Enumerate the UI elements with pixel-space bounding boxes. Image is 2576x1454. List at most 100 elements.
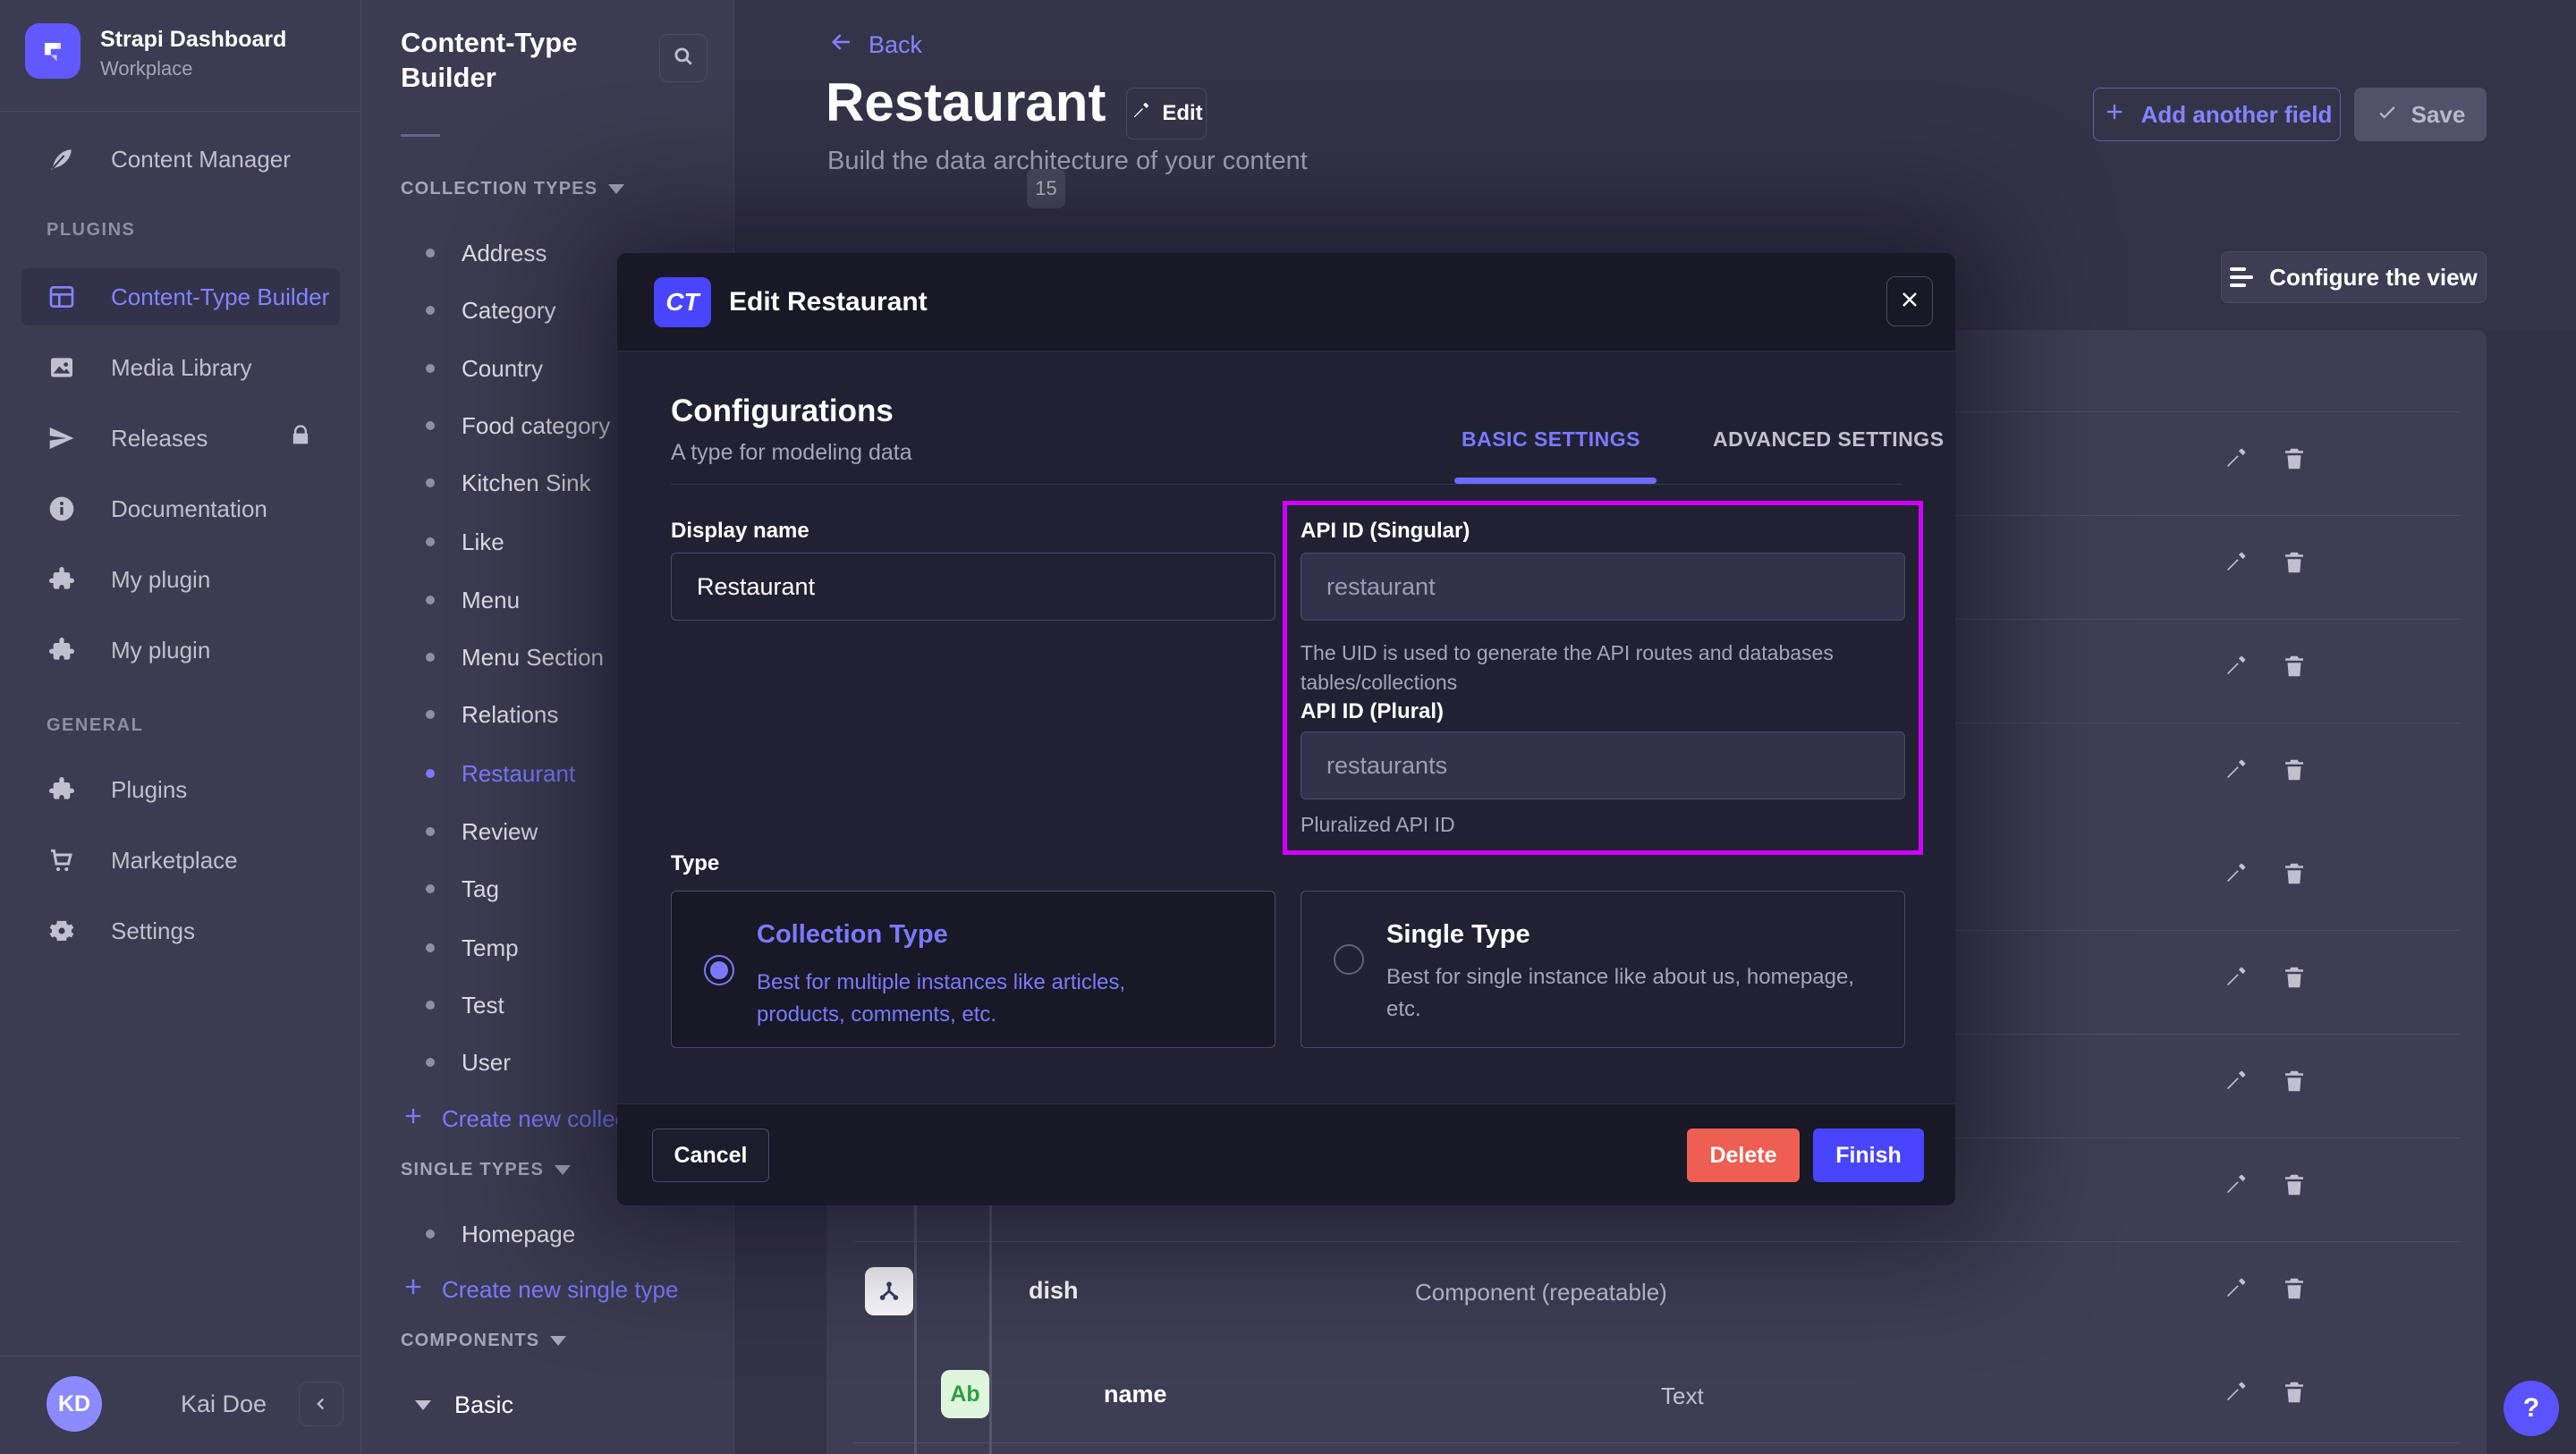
field-name: dish: [1029, 1277, 1079, 1305]
row-divider: [853, 1241, 2460, 1242]
create-single-label: Create new single type: [442, 1276, 678, 1304]
main-sidebar: Strapi Dashboard Workplace Content Manag…: [0, 0, 361, 1454]
paper-plane-icon: [47, 423, 77, 453]
modal-footer: Cancel Delete Finish: [617, 1103, 1955, 1205]
display-name-input[interactable]: [671, 553, 1275, 621]
back-link[interactable]: Back: [827, 29, 922, 62]
add-field-label: Add another field: [2141, 101, 2333, 129]
feather-icon: [47, 144, 77, 174]
add-another-field-button[interactable]: Add another field: [2093, 88, 2341, 141]
arrow-left-icon: [827, 29, 854, 62]
sidebar-item-marketplace[interactable]: Marketplace: [21, 832, 340, 889]
sidebar-item-settings[interactable]: Settings: [21, 902, 340, 959]
plus-icon: [401, 1103, 426, 1135]
save-button[interactable]: Save: [2354, 88, 2487, 141]
api-id-singular-input[interactable]: [1301, 553, 1905, 621]
workspace-label: Workplace: [100, 57, 193, 80]
plus-icon: [2102, 99, 2127, 131]
edit-button[interactable]: Edit: [1126, 88, 1207, 139]
radio-selected-icon[interactable]: [704, 955, 734, 985]
sidebar-item-content-manager[interactable]: Content Manager: [21, 131, 340, 188]
collection-item-label: Test: [462, 992, 504, 1019]
sidebar-item-content-type-builder[interactable]: Content-Type Builder: [21, 268, 340, 325]
panel-title: Content-Type Builder: [401, 25, 606, 95]
collection-item-label: Temp: [462, 934, 519, 962]
trash-icon[interactable]: [2281, 1379, 2308, 1415]
sidebar-item-label: My plugin: [111, 566, 210, 594]
sidebar-item-releases[interactable]: Releases: [21, 410, 340, 467]
delete-button[interactable]: Delete: [1687, 1129, 1800, 1182]
sidebar-item-my-plugin-1[interactable]: My plugin: [21, 551, 340, 608]
component-group-basic[interactable]: Basic: [401, 1376, 705, 1433]
single-types-header[interactable]: SINGLE TYPES: [401, 1160, 571, 1180]
sidebar-item-documentation[interactable]: Documentation: [21, 480, 340, 537]
create-single-type-link[interactable]: Create new single type: [401, 1263, 678, 1316]
sidebar-item-label: Marketplace: [111, 847, 238, 875]
sidebar-item-my-plugin-2[interactable]: My plugin: [21, 621, 340, 679]
edit-icon[interactable]: [2222, 1275, 2249, 1311]
avatar[interactable]: KD: [47, 1376, 102, 1432]
trash-icon[interactable]: [2281, 757, 2308, 792]
finish-button[interactable]: Finish: [1813, 1129, 1924, 1182]
sidebar-item-label: Content Manager: [111, 146, 291, 173]
tab-advanced-settings[interactable]: ADVANCED SETTINGS: [1713, 427, 1945, 452]
trash-icon[interactable]: [2281, 445, 2308, 481]
check-icon: [2376, 100, 2399, 130]
strapi-logo[interactable]: [25, 23, 80, 79]
component-icon: [865, 1267, 913, 1315]
trash-icon[interactable]: [2281, 1171, 2308, 1207]
trash-icon[interactable]: [2281, 1068, 2308, 1103]
info-icon: [47, 494, 77, 524]
single-item-homepage[interactable]: Homepage: [401, 1205, 734, 1263]
collection-item-label: Address: [462, 240, 547, 267]
sidebar-item-media-library[interactable]: Media Library: [21, 339, 340, 396]
title-rule: [401, 134, 440, 137]
cancel-button[interactable]: Cancel: [652, 1129, 769, 1182]
single-type-desc: Best for single instance like about us, …: [1386, 961, 1887, 1026]
collection-type-card[interactable]: Collection Type Best for multiple instan…: [671, 891, 1275, 1048]
collection-item-label: Relations: [462, 701, 558, 729]
collection-types-header[interactable]: COLLECTION TYPES: [401, 179, 624, 199]
edit-icon[interactable]: [2222, 757, 2249, 792]
bullet-icon: [426, 884, 435, 893]
bullet-icon: [426, 943, 435, 952]
field-name: name: [1104, 1381, 1167, 1408]
edit-icon[interactable]: [2222, 964, 2249, 1000]
edit-icon[interactable]: [2222, 1171, 2249, 1207]
collection-types-label: COLLECTION TYPES: [401, 179, 597, 199]
bullet-icon: [426, 1058, 435, 1067]
collapse-sidebar-button[interactable]: [299, 1382, 343, 1426]
collection-item-label: Menu: [462, 587, 520, 614]
trash-icon[interactable]: [2281, 860, 2308, 896]
row-divider: [853, 1442, 2460, 1443]
api-id-plural-input[interactable]: [1301, 731, 1905, 799]
close-button[interactable]: [1886, 276, 1933, 326]
trash-icon[interactable]: [2281, 653, 2308, 689]
app-title: Strapi Dashboard: [100, 27, 286, 53]
edit-icon[interactable]: [2222, 860, 2249, 896]
trash-icon[interactable]: [2281, 1275, 2308, 1311]
search-button[interactable]: [659, 34, 708, 82]
chevron-down-icon: [555, 1165, 571, 1175]
collection-item-label: Restaurant: [462, 760, 575, 788]
configure-view-button[interactable]: Configure the view: [2221, 251, 2487, 303]
edit-icon[interactable]: [2222, 653, 2249, 689]
collection-item-label: User: [462, 1049, 511, 1077]
edit-icon[interactable]: [2222, 445, 2249, 481]
back-label: Back: [869, 31, 922, 59]
collection-item-label: Kitchen Sink: [462, 469, 591, 497]
edit-icon[interactable]: [2222, 1068, 2249, 1103]
sidebar-item-label: Documentation: [111, 495, 267, 523]
radio-unselected-icon[interactable]: [1334, 944, 1364, 975]
single-type-card[interactable]: Single Type Best for single instance lik…: [1301, 891, 1905, 1048]
single-types-label: SINGLE TYPES: [401, 1160, 544, 1180]
edit-icon[interactable]: [2222, 549, 2249, 585]
api-id-singular-label: API ID (Singular): [1301, 519, 1470, 544]
help-button[interactable]: ?: [2504, 1381, 2559, 1436]
tab-basic-settings[interactable]: BASIC SETTINGS: [1462, 427, 1640, 452]
components-header[interactable]: COMPONENTS: [401, 1331, 566, 1351]
edit-icon[interactable]: [2222, 1379, 2249, 1415]
trash-icon[interactable]: [2281, 964, 2308, 1000]
trash-icon[interactable]: [2281, 549, 2308, 585]
sidebar-item-plugins[interactable]: Plugins: [21, 761, 340, 818]
